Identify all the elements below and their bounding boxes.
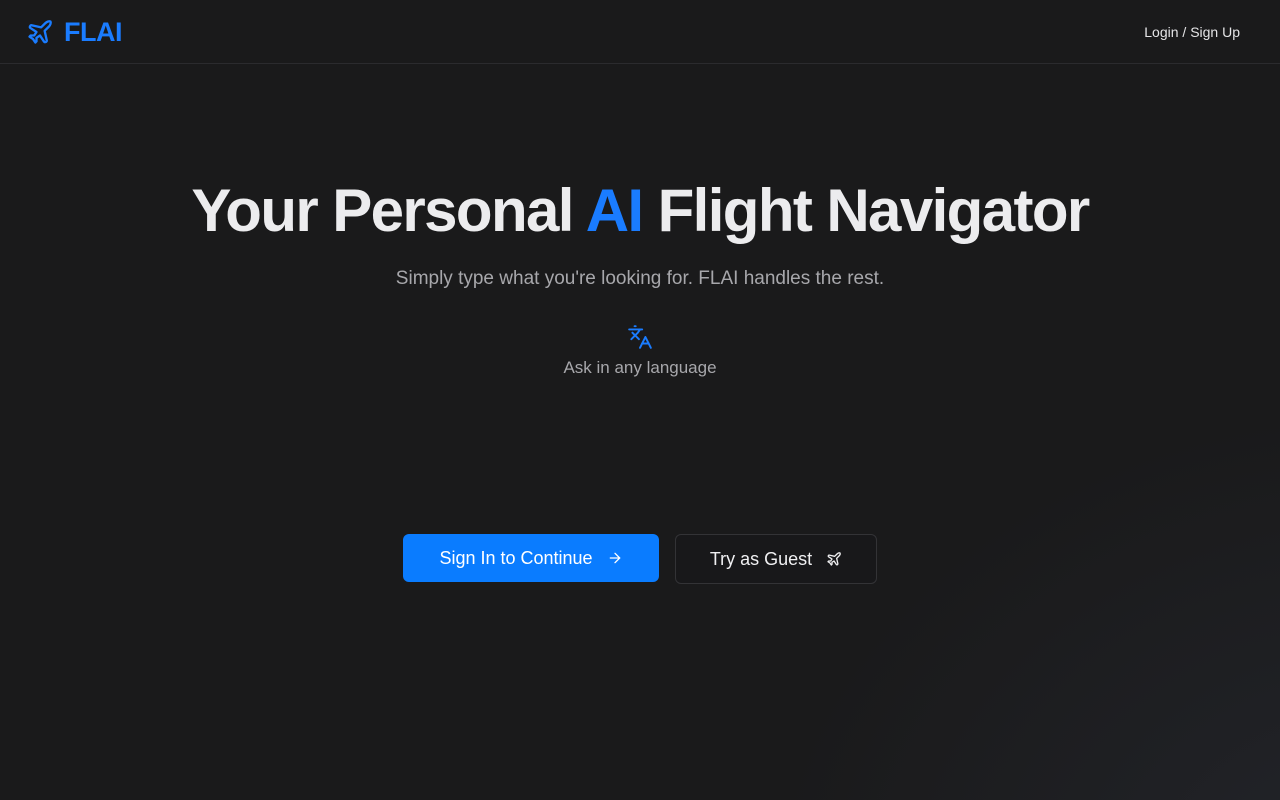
top-header: FLAI Login / Sign Up xyxy=(0,0,1280,64)
hero-section: Your Personal AI Flight Navigator Simply… xyxy=(0,180,1280,380)
hero-actions: Sign In to Continue Try as Guest xyxy=(0,534,1280,584)
sign-in-button[interactable]: Sign In to Continue xyxy=(403,534,659,582)
sign-in-button-label: Sign In to Continue xyxy=(439,547,593,568)
hero-title: Your Personal AI Flight Navigator xyxy=(0,180,1280,242)
hero-subtitle: Simply type what you're looking for. FLA… xyxy=(395,268,885,289)
hero-title-accent: AI xyxy=(585,177,644,244)
translate-icon xyxy=(627,324,653,350)
plane-icon xyxy=(826,551,842,567)
hero-title-part2: Flight Navigator xyxy=(642,177,1091,244)
login-signup-link[interactable]: Login / Sign Up xyxy=(1144,22,1240,42)
brand-logo[interactable]: FLAI xyxy=(26,16,123,48)
plane-icon xyxy=(26,18,54,46)
language-feature: Ask in any language xyxy=(0,324,1280,380)
try-as-guest-button-label: Try as Guest xyxy=(709,548,813,569)
hero-title-part1: Your Personal xyxy=(191,177,586,244)
language-feature-label: Ask in any language xyxy=(563,358,717,377)
arrow-right-icon xyxy=(607,550,623,566)
brand-name: FLAI xyxy=(64,17,123,47)
try-as-guest-button[interactable]: Try as Guest xyxy=(675,534,877,584)
